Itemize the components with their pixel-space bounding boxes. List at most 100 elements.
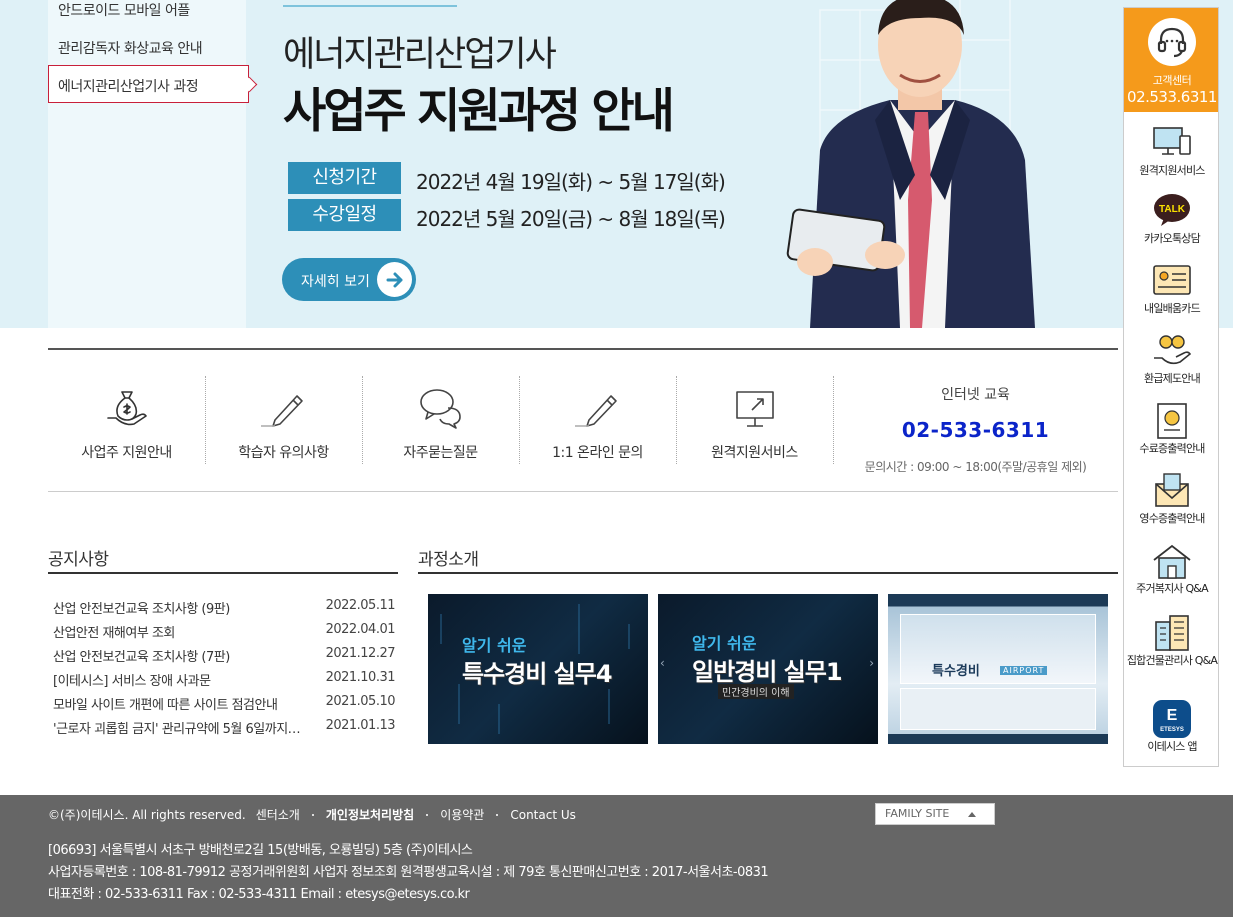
courses-title-underline xyxy=(418,572,1118,574)
list-item[interactable]: [이테시스] 서비스 장애 사과문 2021.10.31 xyxy=(53,670,396,694)
quick-menu: 사업주 지원안내 학습자 유의사항 자주묻는질문 1:1 온라인 문의 원격지원… xyxy=(48,348,1118,492)
sidenav-item-video-education[interactable]: 관리감독자 화상교육 안내 xyxy=(58,38,203,58)
quickbar-certificate[interactable]: 수료증출력안내 xyxy=(1124,402,1220,456)
building-icon xyxy=(1155,615,1189,651)
list-item[interactable]: '근로자 괴롭힘 금지' 관리규약에 5월 6일까지… 2021.01.13 xyxy=(53,718,396,742)
notice-date: 2021.05.10 xyxy=(325,694,396,709)
card-icon xyxy=(1153,265,1191,295)
pencil-icon xyxy=(574,395,617,427)
quick-menu-employer-support[interactable]: 사업주 지원안내 xyxy=(48,376,205,466)
refund-coins-icon xyxy=(1154,335,1192,365)
notice-date: 2021.12.27 xyxy=(325,646,396,661)
quick-menu-label: 사업주 지원안내 xyxy=(81,445,172,461)
notice-title-underline xyxy=(48,572,398,574)
notice-title[interactable]: 산업 안전보건교육 조치사항 (9판) xyxy=(53,598,303,622)
footer-links: ©(주)이테시스. All rights reserved. 센터소개 개인정보… xyxy=(48,806,586,823)
view-details-button[interactable]: 자세히 보기 xyxy=(282,258,416,301)
quickbar-label: 카카오톡상담 xyxy=(1144,232,1201,245)
course-card-general-security-1[interactable]: 알기 쉬운 일반경비 실무1 민간경비의 이해 ‹ › xyxy=(658,594,878,744)
course-card-special-security-4[interactable]: 알기 쉬운 특수경비 실무4 xyxy=(428,594,648,744)
quick-menu-remote-support[interactable]: 원격지원서비스 xyxy=(676,376,833,466)
hero-accent-line xyxy=(283,5,457,7)
view-details-label: 자세히 보기 xyxy=(301,274,370,290)
quickbar-remote-support[interactable]: 원격지원서비스 xyxy=(1124,124,1220,178)
quickbar-tomorrow-card[interactable]: 내일배움카드 xyxy=(1124,262,1220,316)
footer-link-terms[interactable]: 이용약관 xyxy=(440,806,484,823)
monitor-icon xyxy=(735,391,774,427)
sidenav-item-android-app[interactable]: 안드로이드 모바일 어플 xyxy=(58,0,190,20)
notice-title[interactable]: '근로자 괴롭힘 금지' 관리규약에 5월 6일까지… xyxy=(53,718,303,742)
footer-link-privacy[interactable]: 개인정보처리방침 xyxy=(326,806,414,823)
course-card-airport-security[interactable]: 특수경비 AIRPORT xyxy=(888,594,1108,744)
notice-section-title[interactable]: 공지사항 xyxy=(48,545,109,570)
quickbar-receipt[interactable]: 영수증출력안내 xyxy=(1124,472,1220,526)
notice-title[interactable]: [이테시스] 서비스 장애 사과문 xyxy=(53,670,303,694)
application-period-tag: 신청기간 xyxy=(288,162,401,194)
chevron-right-icon[interactable]: › xyxy=(869,656,874,670)
speech-bubbles-icon xyxy=(419,389,461,429)
quick-menu-label: 원격지원서비스 xyxy=(711,445,798,461)
list-item[interactable]: 산업안전 재해여부 조회 2022.04.01 xyxy=(53,622,396,646)
quickbar-label: 주거복지사 Q&A xyxy=(1136,582,1208,595)
family-site-select[interactable]: FAMILY SITE xyxy=(875,803,995,825)
notice-date: 2022.05.11 xyxy=(325,598,396,613)
quickbar-building-manager-qa[interactable]: 집합건물관리사 Q&A xyxy=(1124,614,1220,668)
chevron-left-icon[interactable]: ‹ xyxy=(660,656,665,670)
quickbar-housing-welfare-qa[interactable]: 주거복지사 Q&A xyxy=(1124,542,1220,596)
course-tagline: 알기 쉬운 xyxy=(462,636,527,655)
course-schedule-tag: 수강일정 xyxy=(288,199,401,231)
quickbar-label: 환급제도안내 xyxy=(1144,372,1201,385)
notice-title[interactable]: 모바일 사이트 개편에 따른 사이트 점검안내 xyxy=(53,694,303,718)
svg-text:E: E xyxy=(1167,707,1178,724)
footer-link-contact[interactable]: Contact Us xyxy=(510,808,576,822)
quick-menu-learner-notes[interactable]: 학습자 유의사항 xyxy=(205,376,362,466)
quick-menu-faq[interactable]: 자주묻는질문 xyxy=(362,376,519,466)
footer-contact-info: 대표전화 : 02-533-6311 Fax : 02-533-4311 Ema… xyxy=(48,887,470,902)
right-quick-bar: 고객센터 02.533.6311 원격지원서비스 TALK 카카오톡상담 내일배… xyxy=(1123,7,1219,767)
course-name: 일반경비 실무1 xyxy=(692,658,843,686)
course-name: 특수경비 xyxy=(932,664,980,679)
hero-title: 사업주 지원과정 안내 xyxy=(283,84,675,139)
businessman-illustration xyxy=(786,0,1035,328)
quickbar-label: 수료증출력안내 xyxy=(1139,442,1205,455)
quickbar-refund-guide[interactable]: 환급제도안내 xyxy=(1124,332,1220,386)
quickbar-label: 집합건물관리사 Q&A xyxy=(1126,654,1218,667)
footer-link-center[interactable]: 센터소개 xyxy=(256,806,300,823)
list-item[interactable]: 모바일 사이트 개편에 따른 사이트 점검안내 2021.05.10 xyxy=(53,694,396,718)
quickbar-label: 내일배움카드 xyxy=(1144,302,1201,315)
remote-pc-icon xyxy=(1153,127,1191,155)
kakaotalk-icon: TALK xyxy=(1154,194,1190,226)
call-center-phone: 02.533.6311 xyxy=(1127,88,1217,106)
course-name: 특수경비 실무4 xyxy=(462,660,613,688)
quick-menu-label: 학습자 유의사항 xyxy=(238,445,329,461)
call-center-box[interactable]: 고객센터 02.533.6311 xyxy=(1124,8,1218,112)
contact-title: 인터넷 교육 xyxy=(941,387,1010,403)
application-period-date: 2022년 4월 19일(화) ~ 5월 17일(화) xyxy=(416,170,726,194)
list-item[interactable]: 산업 안전보건교육 조치사항 (7판) 2021.12.27 xyxy=(53,646,396,670)
pencil-icon xyxy=(260,395,303,427)
divider xyxy=(426,813,429,816)
course-preview-frame xyxy=(900,614,1096,684)
internet-education-contact: 인터넷 교육 02-533-6311 문의시간 : 09:00 ~ 18:00(… xyxy=(833,376,1118,475)
contact-hours: 문의시간 : 09:00 ~ 18:00(주말/공휴일 제외) xyxy=(864,460,1087,474)
course-tag: AIRPORT xyxy=(1000,666,1048,675)
receipt-envelope-icon xyxy=(1155,473,1189,507)
notice-list: 산업 안전보건교육 조치사항 (9판) 2022.05.11 산업안전 재해여부… xyxy=(53,598,396,742)
arrow-right-icon xyxy=(377,262,412,297)
hero-banner: 안드로이드 모바일 어플 관리감독자 화상교육 안내 에너지관리산업기사 과정 … xyxy=(0,0,1233,328)
divider xyxy=(311,813,314,816)
quick-menu-online-inquiry[interactable]: 1:1 온라인 문의 xyxy=(519,376,676,466)
quick-menu-label: 1:1 온라인 문의 xyxy=(552,445,643,461)
list-item[interactable]: 산업 안전보건교육 조치사항 (9판) 2022.05.11 xyxy=(53,598,396,622)
contact-phone[interactable]: 02-533-6311 xyxy=(833,418,1118,442)
quickbar-etesys-app[interactable]: E ETESYS 이테시스 앱 xyxy=(1124,700,1220,754)
notice-title[interactable]: 산업 안전보건교육 조치사항 (7판) xyxy=(53,646,303,670)
quickbar-label: 원격지원서비스 xyxy=(1139,164,1205,177)
course-preview-frame xyxy=(900,688,1096,730)
notice-title[interactable]: 산업안전 재해여부 조회 xyxy=(53,622,303,646)
sidenav-item-energy-course[interactable]: 에너지관리산업기사 과정 xyxy=(48,65,249,103)
quickbar-kakaotalk[interactable]: TALK 카카오톡상담 xyxy=(1124,192,1220,246)
headset-icon xyxy=(1148,18,1196,66)
hero-subtitle: 에너지관리산업기사 xyxy=(283,35,557,75)
quick-menu-label: 자주묻는질문 xyxy=(403,445,478,461)
